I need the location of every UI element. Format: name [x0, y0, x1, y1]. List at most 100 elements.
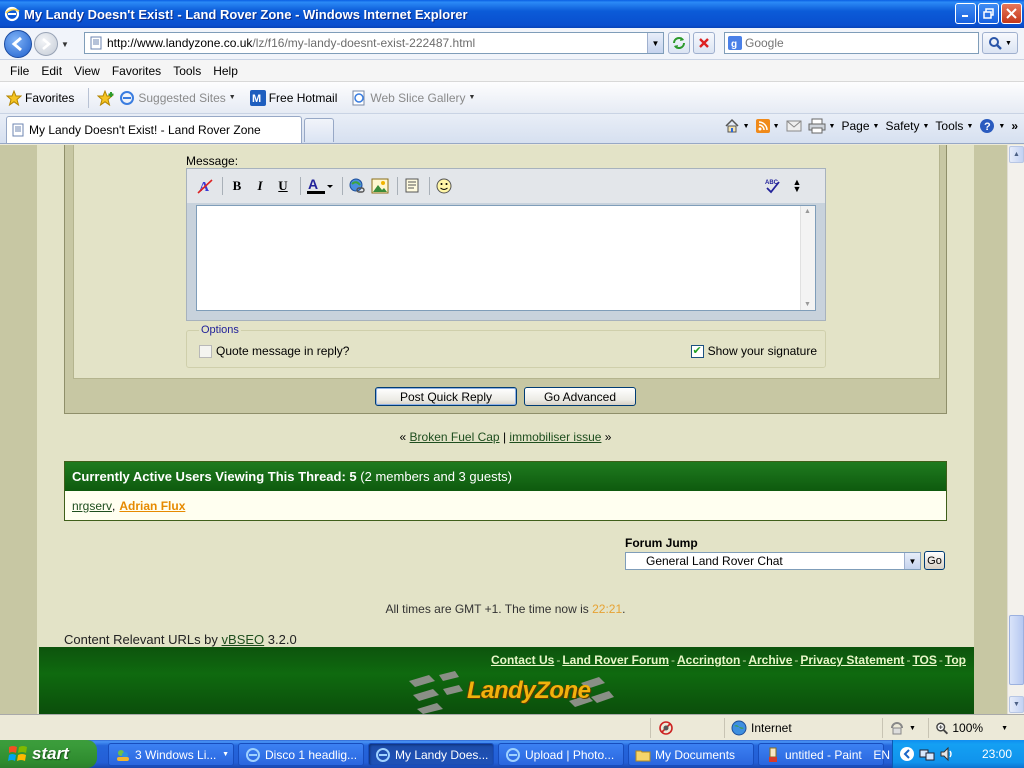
scroll-down-button[interactable]: ▼ [1009, 696, 1024, 713]
insert-image-button[interactable] [370, 176, 390, 196]
search-input[interactable] [745, 36, 965, 50]
textarea-scrollbar[interactable]: ▲ ▼ [800, 206, 815, 310]
recent-pages-dropdown[interactable]: ▼ [61, 40, 69, 49]
menu-favorites[interactable]: Favorites [106, 64, 167, 78]
member-link[interactable]: nrgserv [72, 499, 112, 513]
spell-check-button[interactable]: ABC [763, 176, 783, 196]
footer-privacy-link[interactable]: Privacy Statement [800, 653, 904, 667]
language-indicator[interactable]: EN [873, 748, 890, 762]
print-button[interactable]: ▼ [808, 118, 835, 134]
restore-button[interactable] [978, 3, 999, 24]
bold-button[interactable]: B [227, 176, 247, 196]
link-icon [349, 178, 365, 193]
menu-view[interactable]: View [68, 64, 106, 78]
start-button[interactable]: start [0, 740, 97, 768]
address-bar[interactable]: http://www.landyzone.co.uk/lz/f16/my-lan… [84, 32, 664, 54]
resize-editor-button[interactable]: ▲ ▼ [787, 176, 807, 196]
menu-tools[interactable]: Tools [167, 64, 207, 78]
menu-file[interactable]: File [4, 64, 35, 78]
menu-edit[interactable]: Edit [35, 64, 68, 78]
quote-message-checkbox[interactable] [199, 344, 212, 358]
search-button[interactable]: ▼ [982, 32, 1018, 54]
security-zone[interactable]: Internet [724, 718, 880, 738]
scroll-up-button[interactable]: ▲ [1009, 146, 1024, 163]
footer-archive-link[interactable]: Archive [748, 653, 792, 667]
fav-free-hotmail[interactable]: M Free Hotmail [249, 89, 337, 106]
page-menu-button[interactable]: Page ▼ [841, 119, 879, 133]
text-color-button[interactable]: A [305, 176, 335, 196]
chevron-down-icon: ▼ [908, 556, 917, 566]
forward-button[interactable] [34, 32, 58, 56]
add-favorite-button[interactable] [97, 89, 115, 106]
chevron-down-icon: ▼ [922, 122, 930, 130]
taskbar-item-windows-live[interactable]: 3 Windows Li... ▼ [108, 743, 234, 766]
minimize-button[interactable] [955, 3, 976, 24]
active-users-list: nrgserv, Adrian Flux [65, 491, 946, 520]
insert-link-button[interactable] [347, 176, 367, 196]
new-tab-button[interactable] [304, 118, 334, 142]
tab-current-page[interactable]: My Landy Doesn't Exist! - Land Rover Zon… [6, 116, 302, 143]
member-link[interactable]: Adrian Flux [119, 499, 185, 513]
feeds-button[interactable]: ▼ [755, 119, 780, 133]
forum-jump-dropdown-button[interactable]: ▼ [904, 553, 920, 569]
read-mail-button[interactable] [786, 120, 802, 132]
remove-format-button[interactable]: A [195, 176, 215, 196]
fav-web-slice-gallery[interactable]: Web Slice Gallery ▼ [351, 90, 475, 106]
menu-bar: File Edit View Favorites Tools Help [0, 60, 1024, 82]
refresh-button[interactable] [668, 32, 690, 54]
safety-menu-button[interactable]: Safety ▼ [885, 119, 929, 133]
back-button[interactable] [4, 30, 32, 58]
message-textarea[interactable]: ▲ ▼ [196, 205, 816, 311]
close-button[interactable] [1001, 3, 1022, 24]
vbseo-link[interactable]: vBSEO [222, 632, 265, 647]
chevron-down-icon: ▼ [998, 122, 1006, 130]
forum-jump-select[interactable]: General Land Rover Chat ▼ [625, 552, 921, 570]
scrollbar-thumb[interactable] [1009, 615, 1024, 685]
zoom-icon [936, 722, 949, 735]
menu-help[interactable]: Help [207, 64, 244, 78]
taskbar-item-upload-photo[interactable]: Upload | Photo... [498, 743, 624, 766]
stop-button[interactable] [693, 32, 715, 54]
address-url: http://www.landyzone.co.uk/lz/f16/my-lan… [107, 36, 475, 50]
time-notice-period: . [622, 602, 626, 616]
privacy-status[interactable] [650, 718, 722, 738]
forum-jump-go-button[interactable]: Go [924, 551, 945, 570]
favorites-button[interactable]: Favorites [6, 89, 74, 106]
footer-top-link[interactable]: Top [945, 653, 966, 667]
show-signature-checkbox[interactable]: ✔ [690, 344, 704, 358]
ie-icon [246, 747, 260, 762]
search-box[interactable]: g [724, 32, 979, 54]
zoom-control[interactable]: 100% ▼ [928, 718, 1008, 738]
landyzone-logo[interactable]: LandyZone [409, 671, 614, 714]
post-quick-reply-button[interactable]: Post Quick Reply [375, 387, 517, 406]
next-thread-link[interactable]: immobiliser issue [509, 430, 601, 444]
insert-quote-button[interactable] [402, 176, 422, 196]
more-commands-button[interactable]: » [1011, 119, 1018, 133]
taskbar-item-my-landy[interactable]: My Landy Does... [368, 743, 494, 766]
page-scrollbar[interactable]: ▲ ▼ [1007, 145, 1024, 714]
footer-contact-us-link[interactable]: Contact Us [491, 653, 554, 667]
show-signature-option[interactable]: ✔ Show your signature [690, 344, 817, 358]
previous-thread-link[interactable]: Broken Fuel Cap [410, 430, 500, 444]
footer-tos-link[interactable]: TOS [912, 653, 936, 667]
taskbar-item-paint[interactable]: untitled - Paint [758, 743, 884, 766]
footer-accrington-link[interactable]: Accrington [677, 653, 740, 667]
taskbar-item-my-documents[interactable]: My Documents [628, 743, 754, 766]
protected-mode-status[interactable]: ▼ [882, 718, 928, 738]
underline-button[interactable]: U [273, 176, 293, 196]
clock[interactable]: 23:00 [982, 747, 1012, 761]
svg-text:g: g [731, 39, 737, 50]
taskbar-item-disco-headlights[interactable]: Disco 1 headlig... [238, 743, 364, 766]
footer-land-rover-forum-link[interactable]: Land Rover Forum [562, 653, 669, 667]
italic-button[interactable]: I [250, 176, 270, 196]
address-dropdown-button[interactable]: ▼ [647, 33, 663, 53]
quote-message-option[interactable]: Quote message in reply? [199, 344, 349, 358]
tools-menu-button[interactable]: Tools ▼ [935, 119, 973, 133]
window-title-bar[interactable]: My Landy Doesn't Exist! - Land Rover Zon… [0, 0, 1024, 28]
home-button[interactable]: ▼ [724, 118, 750, 134]
fav-suggested-sites[interactable]: Suggested Sites ▼ [119, 90, 236, 106]
help-menu-button[interactable]: ? ▼ [979, 118, 1005, 134]
insert-smilie-button[interactable] [434, 176, 454, 196]
go-advanced-button[interactable]: Go Advanced [524, 387, 636, 406]
content-viewport: Message: A B I U A [0, 145, 1024, 714]
